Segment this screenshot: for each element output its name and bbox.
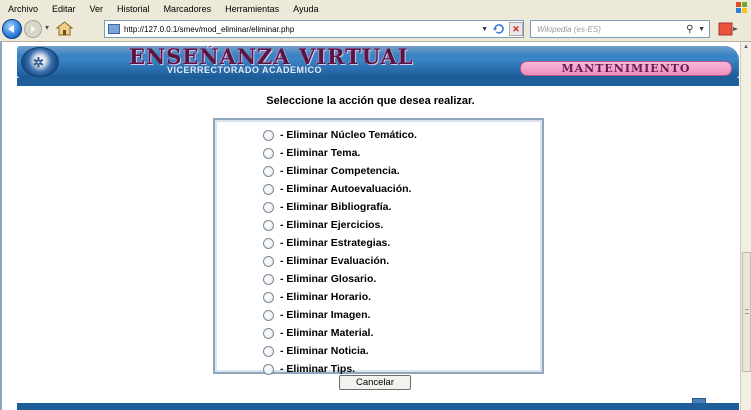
option-eliminar-horario[interactable]: - Eliminar Horario. [263, 289, 371, 305]
option-eliminar-material[interactable]: - Eliminar Material. [263, 325, 373, 341]
radio-button[interactable] [263, 201, 274, 213]
option-label: - Eliminar Material. [280, 327, 374, 339]
option-label: - Eliminar Imagen. [280, 309, 371, 321]
option-label: - Eliminar Autoevaluación. [280, 183, 412, 195]
scrollbar-grip [745, 309, 749, 314]
address-bar[interactable]: http://127.0.0.1/smev/mod_eliminar/elimi… [104, 20, 524, 38]
radio-button[interactable] [263, 291, 274, 303]
cancel-button[interactable]: Cancelar [339, 375, 411, 390]
menu-editar[interactable]: Editar [52, 4, 76, 14]
menu-herramientas[interactable]: Herramientas [225, 4, 279, 14]
search-engine-dropdown-icon[interactable]: ▼ [698, 26, 705, 33]
search-icon[interactable]: ⚲ [686, 24, 698, 35]
option-label: - Eliminar Tips. [280, 363, 356, 375]
radio-button[interactable] [263, 237, 274, 249]
menu-marcadores[interactable]: Marcadores [164, 4, 212, 14]
menu-historial[interactable]: Historial [117, 4, 150, 14]
option-label: - Eliminar Glosario. [280, 273, 377, 285]
menu-ayuda[interactable]: Ayuda [293, 4, 318, 14]
history-dropdown-icon[interactable]: ▾ [45, 23, 49, 32]
option-label: - Eliminar Competencia. [280, 165, 400, 177]
navigation-toolbar: ▾ http://127.0.0.1/smev/mod_eliminar/eli… [0, 17, 751, 42]
browser-window: Archivo Editar Ver Historial Marcadores … [0, 0, 751, 410]
option-eliminar-estrategias[interactable]: - Eliminar Estrategias. [263, 235, 390, 251]
option-eliminar-nucleo-tematico[interactable]: - Eliminar Núcleo Temático. [263, 127, 417, 143]
radio-button[interactable] [263, 273, 274, 285]
option-label: - Eliminar Ejercicios. [280, 219, 384, 231]
banner-subtitle: VICERRECTORADO ACADEMICO [167, 65, 323, 75]
home-icon[interactable] [56, 21, 73, 36]
option-eliminar-tema[interactable]: - Eliminar Tema. [263, 145, 360, 161]
radio-button[interactable] [263, 345, 274, 357]
menu-ver[interactable]: Ver [90, 4, 104, 14]
page-content: ✲ ENSEÑANZA VIRTUAL VICERRECTORADO ACADE… [0, 42, 740, 410]
page-favicon-icon [108, 24, 120, 34]
option-eliminar-glosario[interactable]: - Eliminar Glosario. [263, 271, 376, 287]
banner-divider [17, 78, 739, 86]
option-eliminar-noticia[interactable]: - Eliminar Noticia. [263, 343, 369, 359]
option-label: - Eliminar Horario. [280, 291, 372, 303]
radio-button[interactable] [263, 147, 274, 159]
radio-button[interactable] [263, 363, 274, 375]
option-label: - Eliminar Bibliografía. [280, 201, 392, 213]
back-arrow-icon[interactable] [2, 19, 22, 39]
page-heading: Seleccione la acción que desea realizar. [266, 95, 475, 107]
option-eliminar-imagen[interactable]: - Eliminar Imagen. [263, 307, 370, 323]
options-panel: - Eliminar Núcleo Temático. - Eliminar T… [213, 118, 544, 375]
menu-archivo[interactable]: Archivo [8, 4, 38, 14]
site-banner: ✲ ENSEÑANZA VIRTUAL VICERRECTORADO ACADE… [17, 46, 739, 78]
menu-bar: Archivo Editar Ver Historial Marcadores … [0, 0, 751, 17]
scroll-up-icon[interactable]: ▲ [741, 42, 751, 52]
university-logo-icon: ✲ [21, 47, 59, 77]
vertical-scrollbar[interactable]: ▲ [740, 42, 751, 410]
reload-icon[interactable] [492, 22, 506, 36]
windows-flag-icon [736, 2, 747, 13]
search-input[interactable]: Wikipedia (es-ES) [537, 25, 686, 34]
option-eliminar-autoevaluacion[interactable]: - Eliminar Autoevaluación. [263, 181, 411, 197]
search-box[interactable]: Wikipedia (es-ES) ⚲ ▼ [530, 20, 710, 38]
scrollbar-thumb[interactable] [742, 252, 751, 372]
radio-button[interactable] [263, 255, 274, 267]
option-eliminar-ejercicios[interactable]: - Eliminar Ejercicios. [263, 217, 383, 233]
radio-button[interactable] [263, 183, 274, 195]
radio-button[interactable] [263, 219, 274, 231]
option-label: - Eliminar Tema. [280, 147, 361, 159]
option-eliminar-competencia[interactable]: - Eliminar Competencia. [263, 163, 400, 179]
option-eliminar-bibliografia[interactable]: - Eliminar Bibliografía. [263, 199, 391, 215]
address-dropdown-icon[interactable]: ▼ [481, 26, 488, 33]
forward-arrow-icon[interactable] [24, 20, 42, 38]
option-label: - Eliminar Estrategias. [280, 237, 391, 249]
radio-button[interactable] [263, 327, 274, 339]
stop-icon[interactable]: ✕ [509, 22, 523, 36]
radio-button[interactable] [263, 165, 274, 177]
option-eliminar-evaluacion[interactable]: - Eliminar Evaluación. [263, 253, 389, 269]
address-url[interactable]: http://127.0.0.1/smev/mod_eliminar/elimi… [124, 25, 481, 34]
maintenance-badge: MANTENIMIENTO [520, 61, 732, 76]
option-label: - Eliminar Núcleo Temático. [280, 129, 417, 141]
option-label: - Eliminar Noticia. [280, 345, 369, 357]
option-label: - Eliminar Evaluación. [280, 255, 390, 267]
page-footer-bar [17, 403, 739, 410]
logo-emblem-icon: ✲ [33, 55, 44, 70]
radio-button[interactable] [263, 129, 274, 141]
radio-button[interactable] [263, 309, 274, 321]
extension-toolbar-icon[interactable] [717, 20, 739, 38]
